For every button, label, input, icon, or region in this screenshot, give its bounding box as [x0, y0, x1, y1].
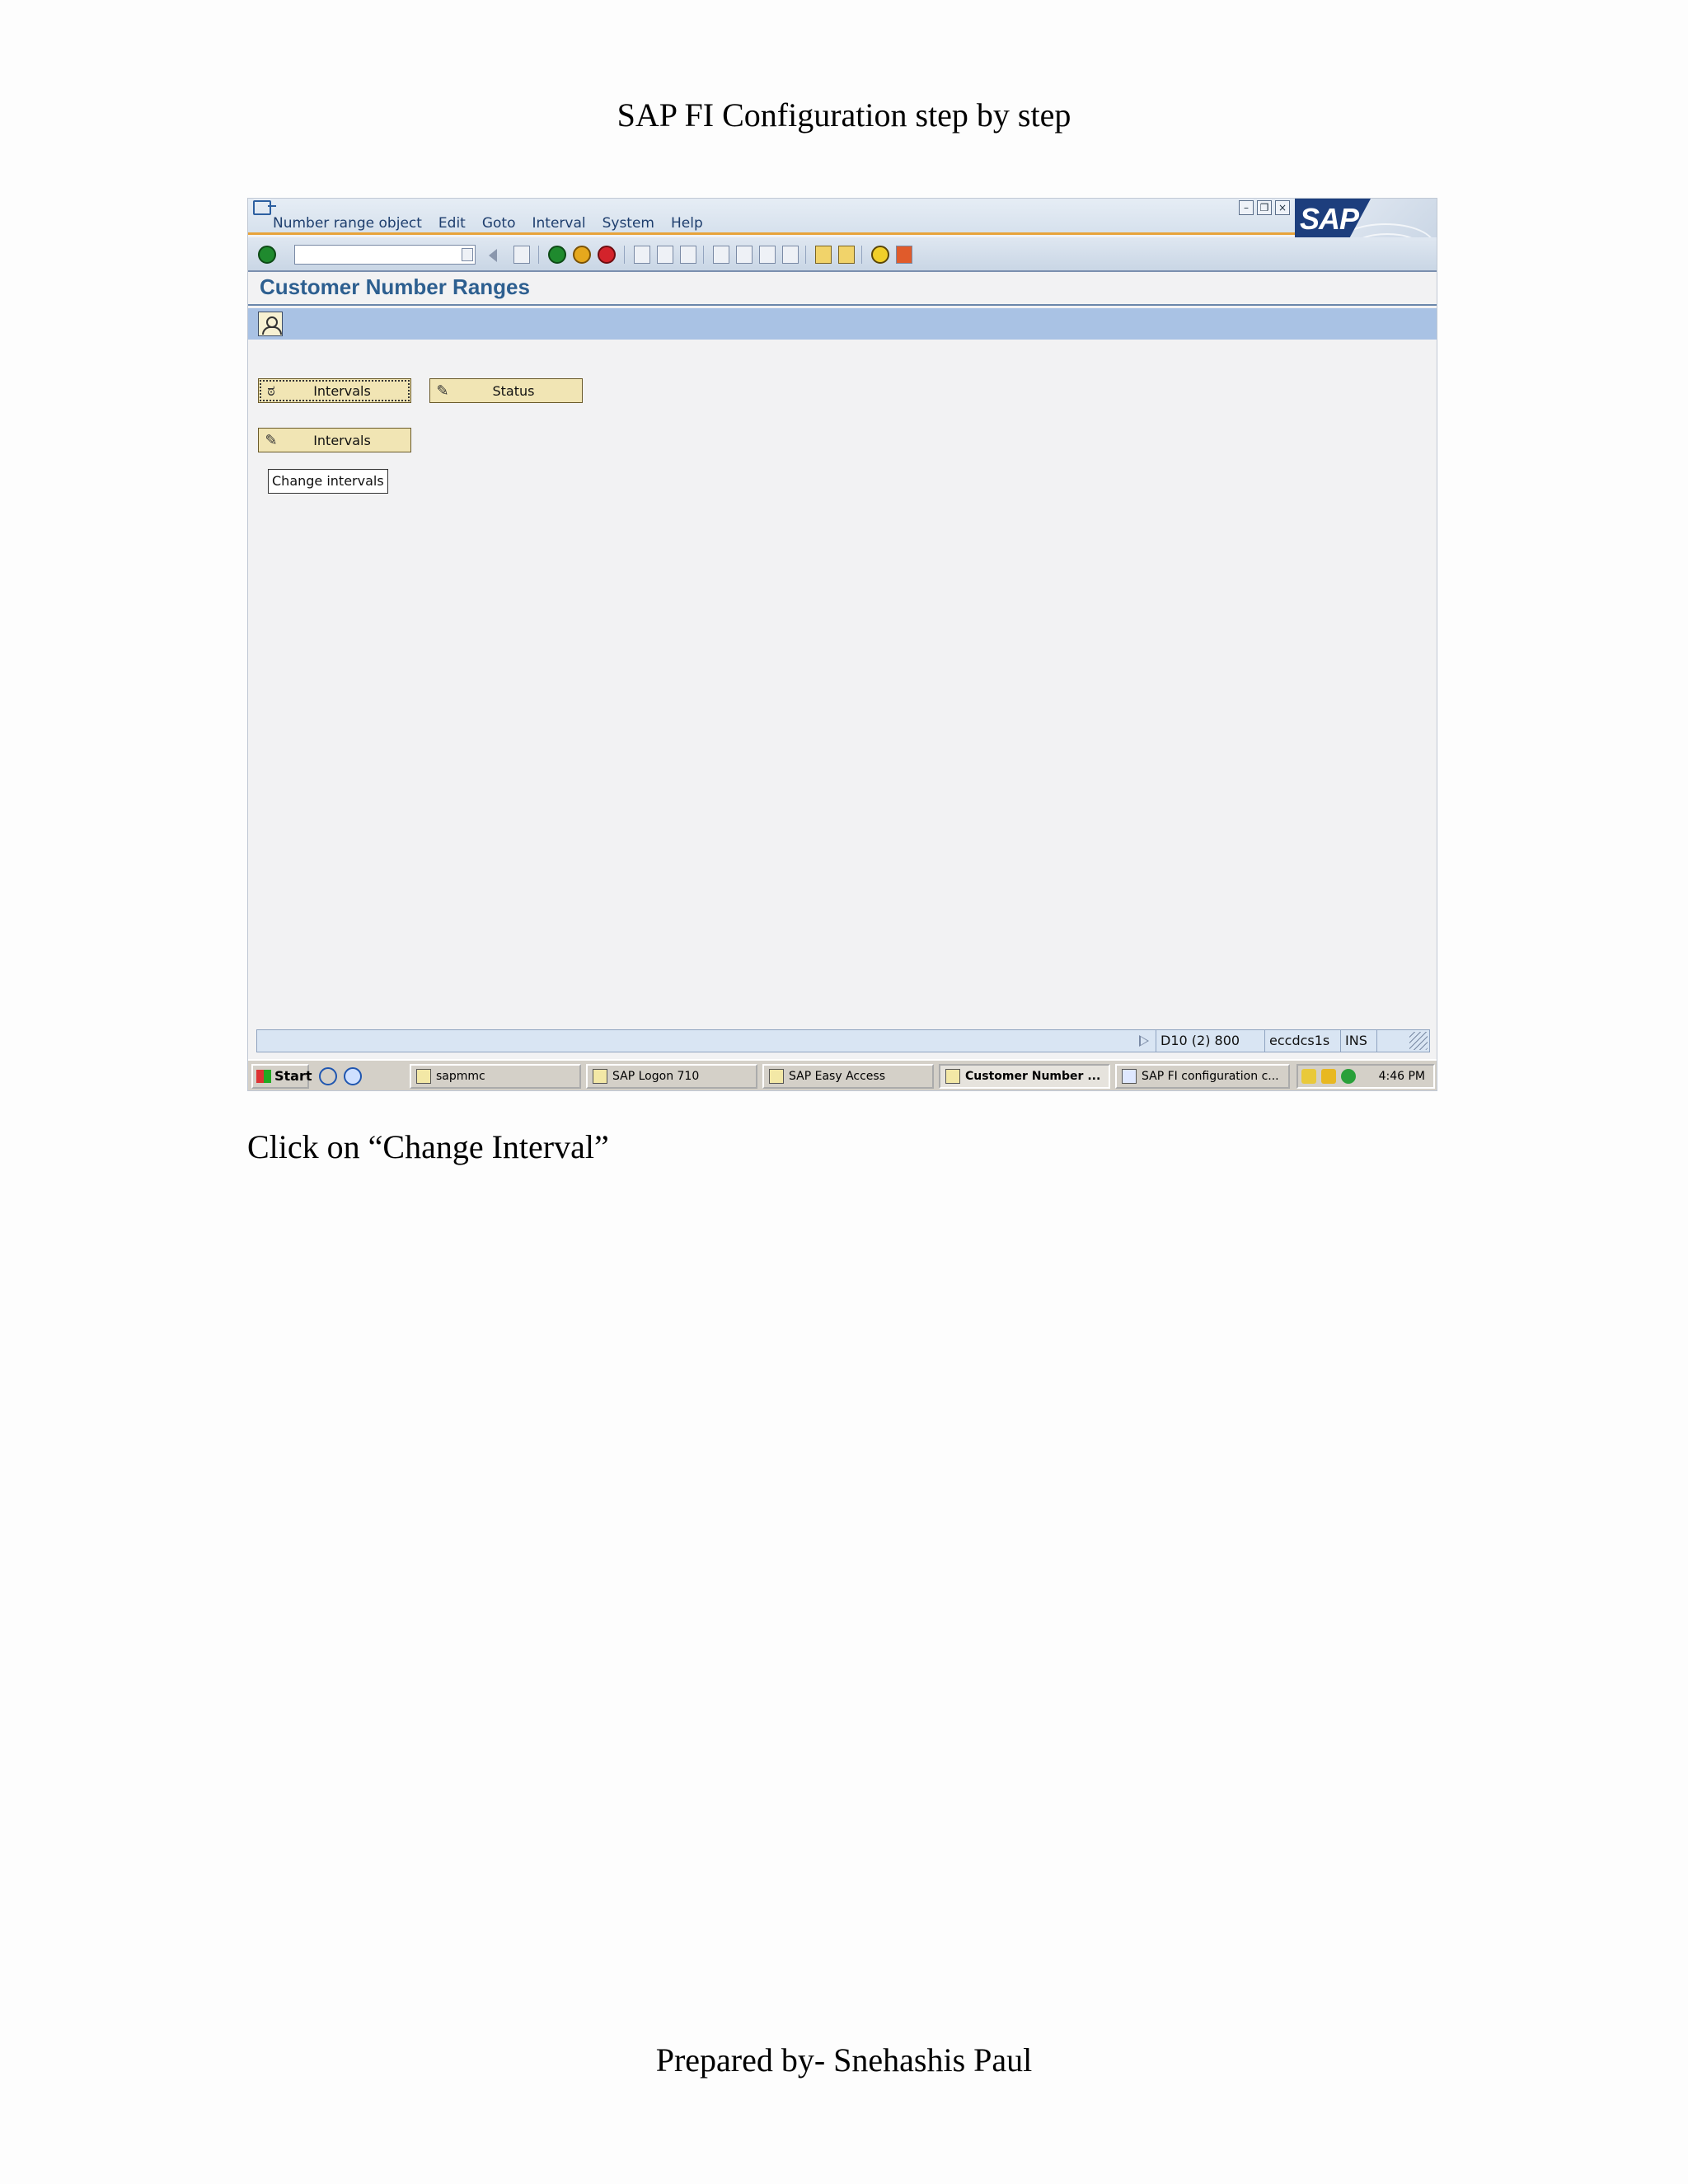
sap-window-icon — [945, 1069, 960, 1084]
system-menu-icon[interactable] — [253, 200, 276, 215]
show-desktop-icon[interactable] — [319, 1067, 337, 1085]
command-input[interactable] — [295, 246, 452, 264]
minimize-icon[interactable]: – — [1239, 200, 1254, 215]
document-caption: Click on “Change Interval” — [247, 1128, 609, 1165]
first-page-icon[interactable] — [713, 246, 729, 264]
sap-logon-icon — [593, 1069, 607, 1084]
windows-taskbar: Start sapmmc SAP Logon 710 SAP Easy Acce… — [248, 1059, 1437, 1090]
tray-warning-icon[interactable] — [1321, 1069, 1336, 1084]
tray-clock: 4:46 PM — [1378, 1070, 1425, 1083]
toolbar-separator — [805, 246, 806, 264]
application-toolbar — [248, 308, 1437, 340]
find-icon[interactable] — [657, 246, 673, 264]
save-icon[interactable] — [513, 246, 530, 264]
enter-check-icon[interactable] — [258, 246, 276, 264]
status-mode: INS — [1340, 1030, 1376, 1052]
task-sap-logon[interactable]: SAP Logon 710 — [586, 1064, 757, 1089]
sap-window: Number range object Edit Goto Interval S… — [247, 198, 1437, 1091]
document-header: SAP FI Configuration step by step — [617, 96, 1071, 134]
toolbar-separator — [624, 246, 625, 264]
cancel-icon[interactable] — [598, 246, 616, 264]
window-controls: – ❐ × — [1239, 200, 1290, 215]
word-document-icon — [1122, 1069, 1137, 1084]
exit-icon[interactable] — [573, 246, 591, 264]
command-history-icon[interactable] — [462, 248, 473, 261]
back-arrow-icon[interactable] — [489, 249, 497, 262]
change-intervals-tooltip: Change intervals — [268, 469, 388, 494]
status-expand-icon[interactable] — [1139, 1035, 1149, 1047]
find-next-icon[interactable] — [680, 246, 696, 264]
create-session-icon[interactable] — [815, 246, 832, 264]
menu-number-range-object[interactable]: Number range object — [273, 215, 422, 232]
status-system: D10 (2) 800 — [1156, 1030, 1264, 1052]
system-tray: 4:46 PM — [1296, 1064, 1435, 1089]
help-icon[interactable] — [871, 246, 889, 264]
menu-help[interactable]: Help — [671, 215, 703, 232]
standard-toolbar — [248, 237, 1437, 272]
intervals-change-button[interactable]: ✎ Intervals — [258, 428, 411, 452]
sapmmc-icon — [416, 1069, 431, 1084]
glasses-display-icon: ಠ — [267, 382, 275, 400]
command-field[interactable] — [294, 245, 476, 265]
tray-folder-icon[interactable] — [1301, 1069, 1316, 1084]
pencil-icon: ✎ — [265, 431, 278, 449]
menu-interval[interactable]: Interval — [532, 215, 585, 232]
toolbar-separator — [861, 246, 862, 264]
status-button[interactable]: ✎ Status — [429, 378, 583, 403]
menu-bar: Number range object Edit Goto Interval S… — [248, 199, 1437, 235]
toolbar-separator — [538, 246, 539, 264]
back-icon[interactable] — [548, 246, 566, 264]
next-page-icon[interactable] — [759, 246, 776, 264]
windows-flag-icon — [256, 1070, 271, 1083]
internet-explorer-icon[interactable] — [344, 1067, 362, 1085]
restore-icon[interactable]: ❐ — [1257, 200, 1272, 215]
title-divider — [248, 304, 1437, 306]
task-sapmmc[interactable]: sapmmc — [410, 1064, 581, 1089]
task-customer-number-ranges[interactable]: Customer Number ... — [939, 1064, 1110, 1089]
menu-goto[interactable]: Goto — [482, 215, 516, 232]
layout-menu-icon[interactable] — [896, 246, 912, 264]
menu-edit[interactable]: Edit — [438, 215, 466, 232]
resize-grip-icon[interactable] — [1409, 1032, 1428, 1050]
sap-logo-text: SAP — [1300, 202, 1359, 236]
previous-page-icon[interactable] — [736, 246, 753, 264]
tray-network-icon[interactable] — [1341, 1069, 1356, 1084]
task-sap-fi-configuration[interactable]: SAP FI configuration c... — [1115, 1064, 1290, 1089]
toolbar-separator — [703, 246, 704, 264]
create-shortcut-icon[interactable] — [838, 246, 855, 264]
screen-title: Customer Number Ranges — [260, 274, 530, 299]
print-icon[interactable] — [634, 246, 650, 264]
close-icon[interactable]: × — [1275, 200, 1290, 215]
sap-window-icon — [769, 1069, 784, 1084]
document-footer: Prepared by- Snehashis Paul — [655, 2041, 1033, 2079]
start-button[interactable]: Start — [251, 1064, 312, 1089]
menu-items: Number range object Edit Goto Interval S… — [273, 215, 720, 232]
task-sap-easy-access[interactable]: SAP Easy Access — [762, 1064, 934, 1089]
last-page-icon[interactable] — [782, 246, 799, 264]
intervals-display-button[interactable]: ಠ Intervals — [258, 378, 411, 403]
menu-system[interactable]: System — [603, 215, 654, 232]
status-empty — [1376, 1030, 1406, 1052]
status-bar: D10 (2) 800 eccdcs1s INS — [256, 1029, 1430, 1052]
maintain-object-icon[interactable] — [258, 312, 283, 336]
status-server: eccdcs1s — [1264, 1030, 1340, 1052]
pencil-icon: ✎ — [436, 382, 449, 400]
